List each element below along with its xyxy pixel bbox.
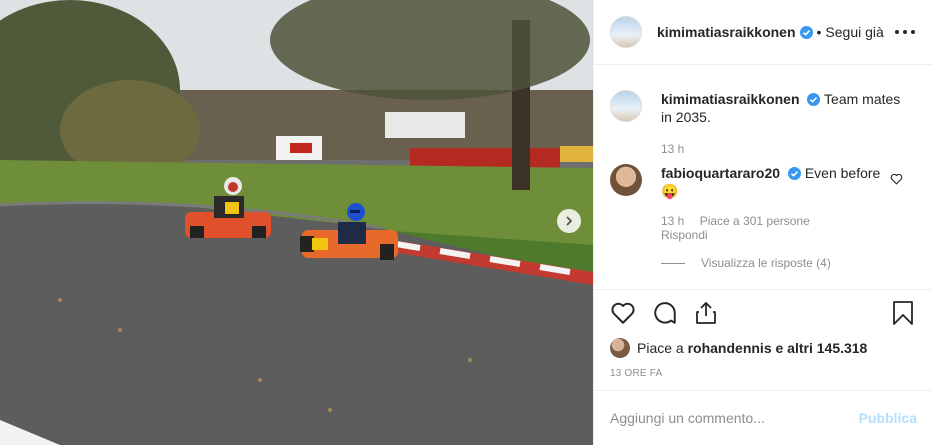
post-photo[interactable] — [0, 0, 593, 445]
next-photo-button[interactable] — [557, 209, 581, 233]
view-replies[interactable]: Visualizza le risposte (4) — [661, 256, 831, 270]
comment-likes[interactable]: Piace a 301 persone — [700, 214, 810, 228]
karting-photo — [0, 0, 593, 445]
heart-icon — [611, 302, 635, 324]
liker-username[interactable]: rohandennis — [688, 340, 772, 356]
comment-time[interactable]: 13 h — [661, 214, 684, 228]
chevron-right-icon — [566, 216, 573, 226]
action-bar — [610, 300, 734, 329]
caption-avatar[interactable] — [610, 90, 642, 122]
author-username[interactable]: kimimatiasraikkonen — [657, 24, 796, 40]
share-button[interactable] — [694, 300, 718, 329]
separator-dot: • — [816, 24, 822, 40]
publish-button[interactable]: Pubblica — [859, 410, 917, 426]
reply-row: Rispondi — [661, 228, 720, 242]
bookmark-icon — [893, 301, 913, 325]
caption-meta: 13 h — [661, 142, 696, 156]
commenter-username[interactable]: fabioquartararo20 — [661, 165, 780, 181]
comments-section: kimimatiasraikkonen Team mates in 2035. … — [594, 66, 932, 290]
comment-input[interactable] — [610, 410, 859, 426]
commenter-avatar[interactable] — [610, 164, 642, 196]
comment-text: fabioquartararo20 Even before 😛 — [661, 164, 901, 200]
comment-body: Even before — [804, 165, 881, 181]
view-replies-label[interactable]: Visualizza le risposte (4) — [701, 256, 831, 270]
reply-button[interactable]: Rispondi — [661, 228, 708, 242]
author-avatar[interactable] — [610, 16, 642, 48]
share-upload-icon — [696, 302, 716, 324]
caption-username[interactable]: kimimatiasraikkonen — [661, 91, 800, 107]
post-timestamp[interactable]: 13 ORE FA — [610, 368, 662, 379]
verified-badge-icon — [799, 25, 813, 39]
replies-divider — [661, 262, 685, 264]
post-details-panel: kimimatiasraikkonen • Segui già kimimati… — [593, 0, 932, 445]
like-comment-heart-icon[interactable] — [890, 173, 903, 185]
comment-emoji: 😛 — [661, 183, 679, 199]
comment-item: fabioquartararo20 Even before 😛 — [610, 164, 901, 200]
caption-text: kimimatiasraikkonen Team mates in 2035. — [661, 90, 901, 126]
verified-badge-icon — [787, 167, 801, 180]
likes-count[interactable]: e altri 145.318 — [776, 340, 868, 356]
liker-avatar[interactable] — [610, 338, 630, 358]
caption-time[interactable]: 13 h — [661, 142, 684, 156]
comment-meta: 13 h Piace a 301 persone — [661, 214, 822, 228]
likes-prefix: Piace a — [637, 340, 684, 356]
add-comment-bar: Pubblica — [594, 390, 932, 445]
caption-comment: kimimatiasraikkonen Team mates in 2035. — [610, 90, 901, 126]
comment-button[interactable] — [652, 300, 678, 329]
likes-summary: Piace a rohandennis e altri 145.318 — [610, 338, 867, 358]
following-button[interactable]: Segui già — [825, 24, 883, 40]
like-button[interactable] — [610, 301, 636, 328]
more-options-icon[interactable] — [895, 22, 915, 42]
post-header: kimimatiasraikkonen • Segui già — [594, 0, 932, 65]
verified-badge-icon — [807, 93, 821, 106]
comment-bubble-icon — [654, 302, 676, 324]
save-button[interactable] — [892, 300, 914, 329]
